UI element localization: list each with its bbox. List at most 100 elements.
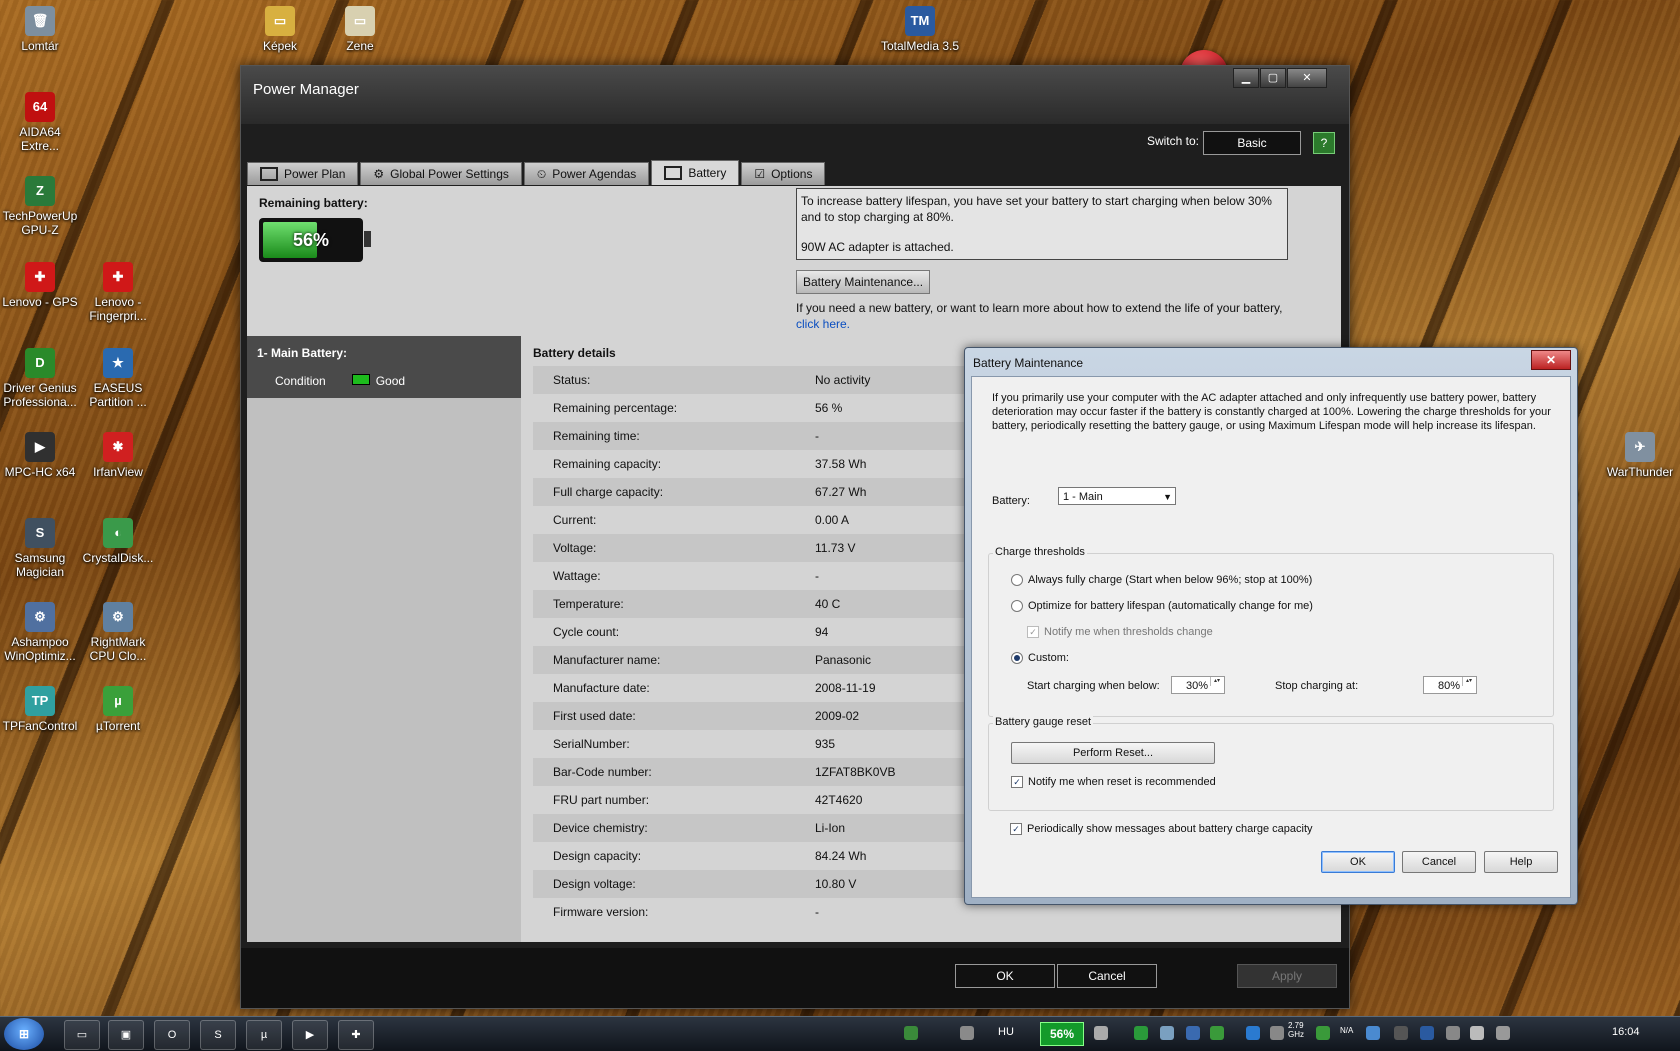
utorrent-tray-icon[interactable]	[1134, 1026, 1148, 1040]
charge-thresholds-group: Charge thresholds Always fully charge (S…	[988, 546, 1554, 717]
wireless-icon[interactable]	[960, 1026, 974, 1040]
detail-key: Manufacturer name:	[553, 653, 661, 667]
explorer-taskbar-icon[interactable]: ▭	[64, 1020, 100, 1050]
detail-value: No activity	[815, 373, 871, 387]
gear-tray-icon[interactable]	[1270, 1026, 1284, 1040]
desktop-icon[interactable]: 🗑 Lomtár	[0, 6, 80, 53]
battery-maintenance-button[interactable]: Battery Maintenance...	[796, 270, 931, 294]
tray-battery-indicator[interactable]: 56%	[1040, 1022, 1084, 1046]
battery-select[interactable]: 1 - Main ▼	[1058, 487, 1176, 505]
cancel-button[interactable]: Cancel	[1057, 964, 1157, 988]
gpu-tray-icon[interactable]	[1210, 1026, 1224, 1040]
desktop-icon[interactable]: TM TotalMedia 3.5	[880, 6, 960, 53]
desktop-icon[interactable]: ▭ Zene	[320, 6, 400, 53]
opera-taskbar-icon[interactable]: O	[154, 1020, 190, 1050]
desktop-icon[interactable]: D Driver Genius Professiona...	[0, 348, 80, 409]
power-manager-taskbar-icon[interactable]: ✚	[338, 1020, 374, 1050]
tab-power-agendas[interactable]: ⏲ Power Agendas	[523, 162, 650, 185]
desktop-icon[interactable]: 64 AIDA64 Extre...	[0, 92, 80, 153]
stop-charging-spinner[interactable]: 80%	[1423, 676, 1477, 694]
media-player-taskbar-icon[interactable]: ▶	[292, 1020, 328, 1050]
desktop-icon[interactable]: ✚ Lenovo - GPS	[0, 262, 80, 309]
tab-power-plan[interactable]: Power Plan	[247, 162, 359, 185]
condition-value: Good	[375, 374, 406, 388]
battery-list-item-main[interactable]: 1- Main Battery: Condition Good	[247, 336, 521, 398]
plug-icon[interactable]	[1094, 1026, 1108, 1040]
tab-global-power-settings[interactable]: ⚙ Global Power Settings	[360, 162, 522, 185]
desktop-icon[interactable]: ◐ CrystalDisk...	[78, 518, 158, 565]
radio-optimize[interactable]	[1011, 600, 1023, 612]
desktop-icon[interactable]: ★ EASEUS Partition ...	[78, 348, 158, 409]
checkbox-periodic-messages[interactable]: ✓	[1010, 823, 1022, 835]
desktop-icon[interactable]: ✱ IrfanView	[78, 432, 158, 479]
desktop-icon-label: Zene	[346, 39, 374, 53]
detail-value: 37.58 Wh	[815, 457, 867, 471]
desktop-icon-image: ◐	[103, 518, 133, 548]
speaker-icon[interactable]	[1496, 1026, 1510, 1040]
battery-gauge-reset-label: Battery gauge reset	[993, 716, 1094, 728]
signal-strength-icon[interactable]	[904, 1026, 918, 1040]
desktop-icon-image: ✈	[1625, 432, 1655, 462]
dialog-close-button[interactable]: ✕	[1531, 350, 1571, 370]
radio-custom[interactable]	[1011, 652, 1023, 664]
desktop-icon[interactable]: ✚ Lenovo - Fingerpri...	[78, 262, 158, 323]
detail-value: 10.80 V	[815, 877, 857, 891]
switch-to-basic-button[interactable]: Basic	[1203, 131, 1301, 155]
desktop-icon[interactable]: µ µTorrent	[78, 686, 158, 733]
switch-to-label: Switch to:	[1146, 134, 1199, 148]
desktop-icon[interactable]: TP TPFanControl	[0, 686, 80, 733]
option-notify-reset[interactable]: ✓ Notify me when reset is recommended	[1011, 776, 1216, 788]
tab-label: Battery	[688, 166, 727, 180]
apply-button[interactable]: Apply	[1237, 964, 1337, 988]
desktop-icon[interactable]: ▶ MPC-HC x64	[0, 432, 80, 479]
dialog-ok-button[interactable]: OK	[1321, 851, 1395, 873]
option-always-fully-charge[interactable]: Always fully charge (Start when below 96…	[1011, 574, 1312, 586]
help-icon[interactable]: ?	[1313, 132, 1335, 154]
ok-button[interactable]: OK	[955, 964, 1055, 988]
desktop-icon[interactable]: Z TechPowerUp GPU-Z	[0, 176, 80, 237]
tray-app-icon-4[interactable]	[1394, 1026, 1408, 1040]
flag-icon[interactable]	[1470, 1026, 1484, 1040]
detail-key: Temperature:	[553, 597, 624, 611]
desktop-icon-label: Képek	[262, 39, 298, 53]
bluetooth-icon[interactable]	[1420, 1026, 1434, 1040]
network-tray-icon[interactable]	[1160, 1026, 1174, 1040]
fan-tray-icon[interactable]	[1316, 1026, 1330, 1040]
dialog-cancel-button[interactable]: Cancel	[1402, 851, 1476, 873]
tab-options[interactable]: ☑ Options	[741, 162, 826, 185]
desktop-icon[interactable]: ⚙ RightMark CPU Clo...	[78, 602, 158, 663]
utorrent-taskbar-icon[interactable]: µ	[246, 1020, 282, 1050]
detail-value: Li-Ion	[815, 821, 846, 835]
tray-app-icon[interactable]	[1186, 1026, 1200, 1040]
click-here-link[interactable]: click here.	[796, 316, 1283, 332]
checkbox-notify-reset[interactable]: ✓	[1011, 776, 1023, 788]
maximize-button[interactable]: ▢	[1260, 68, 1286, 88]
floppy-taskbar-icon[interactable]: ▣	[108, 1020, 144, 1050]
tray-app-icon-3[interactable]	[1366, 1026, 1380, 1040]
close-button[interactable]: ✕	[1287, 68, 1327, 88]
tab-battery[interactable]: Battery	[651, 160, 740, 185]
desktop-icon[interactable]: S Samsung Magician	[0, 518, 80, 579]
perform-reset-button[interactable]: Perform Reset...	[1011, 742, 1215, 764]
clock[interactable]: 16:04	[1612, 1026, 1640, 1038]
dialog-help-button[interactable]: Help	[1484, 851, 1558, 873]
language-indicator[interactable]: HU	[998, 1026, 1014, 1038]
tray-app-icon-2[interactable]	[1246, 1026, 1260, 1040]
start-button[interactable]: ⊞	[4, 1018, 44, 1050]
option-custom[interactable]: Custom:	[1011, 652, 1069, 664]
option-periodic-messages[interactable]: ✓ Periodically show messages about batte…	[1010, 823, 1313, 835]
detail-key: Current:	[553, 513, 597, 527]
desktop-icon[interactable]: ✈ WarThunder	[1600, 432, 1680, 479]
desktop-icon[interactable]: ⚙ Ashampoo WinOptimiz...	[0, 602, 80, 663]
minimize-button[interactable]: ▁	[1233, 68, 1259, 88]
radio-always[interactable]	[1011, 574, 1023, 586]
desktop-icon[interactable]: ▭ Képek	[240, 6, 320, 53]
option-optimize-lifespan[interactable]: Optimize for battery lifespan (automatic…	[1011, 600, 1313, 612]
detail-value: 1ZFAT8BK0VB	[815, 765, 896, 779]
skype-taskbar-icon[interactable]: S	[200, 1020, 236, 1050]
tray-app-icon-5[interactable]	[1446, 1026, 1460, 1040]
desktop-icon-label: CrystalDisk...	[82, 551, 154, 565]
detail-key: Remaining time:	[553, 429, 640, 443]
condition-label: Condition	[275, 374, 326, 388]
start-charging-spinner[interactable]: 30%	[1171, 676, 1225, 694]
